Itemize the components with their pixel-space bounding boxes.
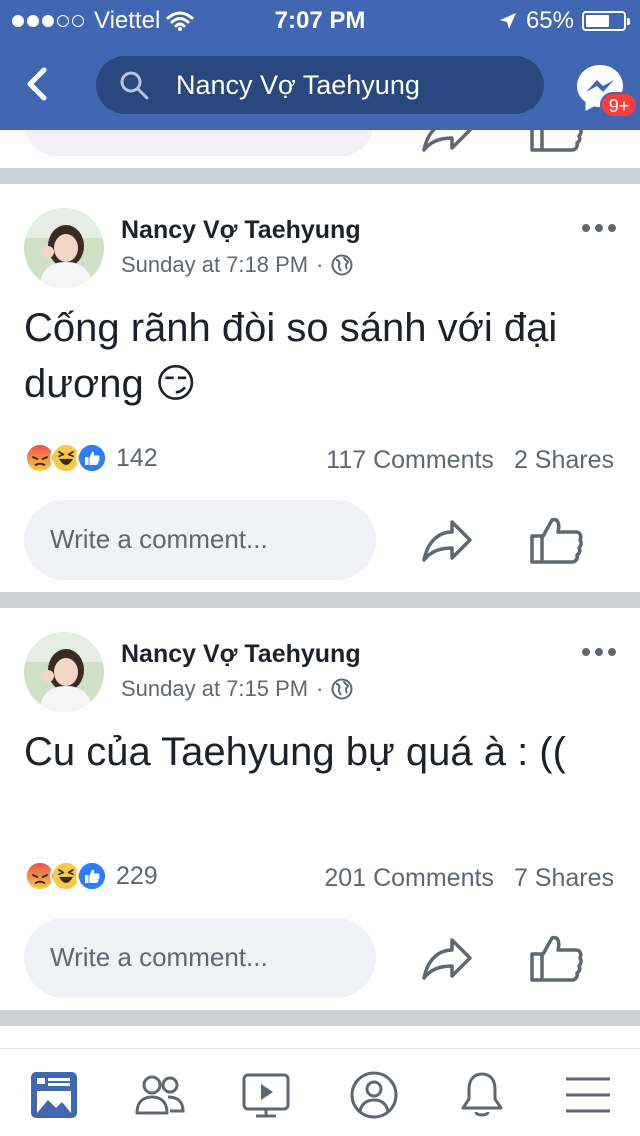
post-author[interactable]: Nancy Vợ Taehyung: [121, 216, 361, 245]
previous-post-actions: [0, 130, 640, 170]
more-options-icon[interactable]: [582, 648, 616, 656]
meta-separator: ·: [316, 252, 324, 277]
menu-icon[interactable]: [560, 1067, 616, 1123]
comment-placeholder: Write a comment...: [50, 524, 268, 554]
feed-post: Nancy Vợ Taehyung Sunday at 7:18 PM · Cố…: [0, 184, 640, 592]
like-reaction-icon: [76, 860, 108, 892]
reaction-count: 229: [116, 861, 158, 890]
feed-separator: [0, 168, 640, 184]
messenger-badge: 9+: [600, 92, 638, 118]
post-text: Cu của Taehyung bự quá à : ((: [24, 730, 566, 774]
next-post-top: [0, 1026, 640, 1048]
comment-input[interactable]: Write a comment...: [24, 918, 376, 998]
search-icon: [120, 71, 149, 100]
news-feed-icon[interactable]: [26, 1067, 82, 1123]
shares-count[interactable]: 7 Shares: [514, 864, 614, 893]
reactions-summary[interactable]: 142: [24, 442, 158, 474]
feed-post: Nancy Vợ Taehyung Sunday at 7:15 PM · Cu…: [0, 608, 640, 1010]
globe-icon: [331, 254, 353, 276]
like-icon[interactable]: [528, 930, 584, 986]
watch-icon[interactable]: [238, 1067, 294, 1123]
like-reaction-icon: [76, 442, 108, 474]
like-icon[interactable]: [528, 130, 584, 156]
like-icon[interactable]: [528, 512, 584, 568]
comments-count[interactable]: 201 Comments: [324, 864, 494, 893]
more-options-icon[interactable]: [582, 224, 616, 232]
meta-separator: ·: [316, 676, 324, 701]
post-text: Cống rãnh đòi so sánh với đại dương 😏: [24, 306, 558, 406]
feed-separator: [0, 1010, 640, 1026]
friends-icon[interactable]: [132, 1067, 188, 1123]
comment-input[interactable]: Write a comment...: [24, 500, 376, 580]
search-bar[interactable]: Nancy Vợ Taehyung: [96, 56, 544, 114]
profile-icon[interactable]: [346, 1067, 402, 1123]
battery-percent: 65%: [525, 7, 574, 34]
comment-placeholder: Write a comment...: [50, 942, 268, 972]
share-icon[interactable]: [420, 514, 474, 566]
reaction-count: 142: [116, 443, 158, 472]
battery-icon: [582, 11, 630, 31]
reactions-summary[interactable]: 229: [24, 860, 158, 892]
navigation-bar: Nancy Vợ Taehyung 9+: [0, 40, 640, 130]
avatar[interactable]: [24, 632, 104, 712]
notifications-icon[interactable]: [454, 1067, 510, 1123]
globe-icon: [331, 678, 353, 700]
back-chevron-icon[interactable]: [22, 64, 54, 104]
shares-count[interactable]: 2 Shares: [514, 446, 614, 475]
post-timestamp[interactable]: Sunday at 7:18 PM: [121, 252, 308, 278]
feed-separator: [0, 592, 640, 608]
post-timestamp[interactable]: Sunday at 7:15 PM: [121, 676, 308, 702]
share-icon[interactable]: [420, 130, 474, 156]
avatar[interactable]: [24, 208, 104, 288]
post-meta: Sunday at 7:15 PM ·: [121, 676, 353, 702]
search-query: Nancy Vợ Taehyung: [176, 70, 420, 100]
bottom-tab-bar: [0, 1048, 640, 1136]
post-author[interactable]: Nancy Vợ Taehyung: [121, 640, 361, 669]
location-arrow-icon: [499, 13, 516, 29]
comment-input-partial[interactable]: [24, 130, 374, 156]
post-meta: Sunday at 7:18 PM ·: [121, 252, 353, 278]
share-icon[interactable]: [420, 932, 474, 984]
comments-count[interactable]: 117 Comments: [326, 446, 494, 475]
status-bar: Viettel 7:07 PM 65%: [0, 0, 640, 40]
